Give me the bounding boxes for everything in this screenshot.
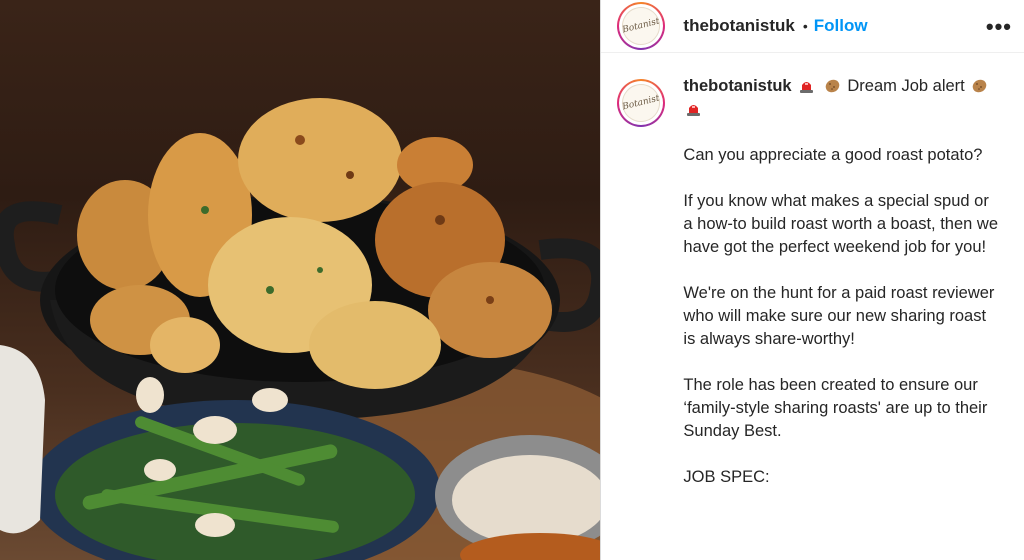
caption-paragraph: The role has been created to ensure our … — [683, 376, 988, 440]
profile-avatar[interactable]: Botanist — [617, 2, 666, 50]
caption-paragraph: If you know what makes a special spud or… — [683, 192, 999, 256]
post-caption: Botanist thebotanistuk Dream Job alert C… — [601, 53, 1024, 512]
caption-paragraph: JOB SPEC: — [683, 468, 770, 486]
potato-icon — [825, 79, 840, 93]
potato-icon — [973, 79, 987, 93]
header-username[interactable]: thebotanistuk — [683, 16, 794, 36]
follow-button[interactable]: Follow — [814, 16, 868, 36]
caption-paragraph: Can you appreciate a good roast potato? — [683, 146, 983, 164]
siren-icon — [687, 105, 701, 116]
potatoes — [77, 98, 552, 389]
siren-icon — [800, 82, 814, 93]
instagram-post: Botanist thebotanistuk • Follow ••• Bota… — [0, 0, 1024, 560]
post-sidebar: Botanist thebotanistuk • Follow ••• Bota… — [600, 0, 1024, 560]
caption-paragraph: We're on the hunt for a paid roast revie… — [683, 284, 995, 348]
caption-username[interactable]: thebotanistuk — [683, 77, 791, 95]
post-header: Botanist thebotanistuk • Follow ••• — [601, 0, 1024, 53]
separator-dot: • — [802, 18, 808, 34]
more-options-icon[interactable]: ••• — [986, 14, 1012, 40]
caption-avatar[interactable]: Botanist — [617, 79, 666, 127]
botanist-logo: Botanist — [618, 2, 665, 50]
roast-potatoes-photo — [0, 98, 601, 560]
botanist-logo: Botanist — [618, 79, 665, 127]
post-image[interactable] — [0, 0, 601, 560]
caption-headline: Dream Job alert — [847, 77, 965, 95]
caption-text: thebotanistuk Dream Job alert Can you ap… — [683, 75, 1001, 512]
